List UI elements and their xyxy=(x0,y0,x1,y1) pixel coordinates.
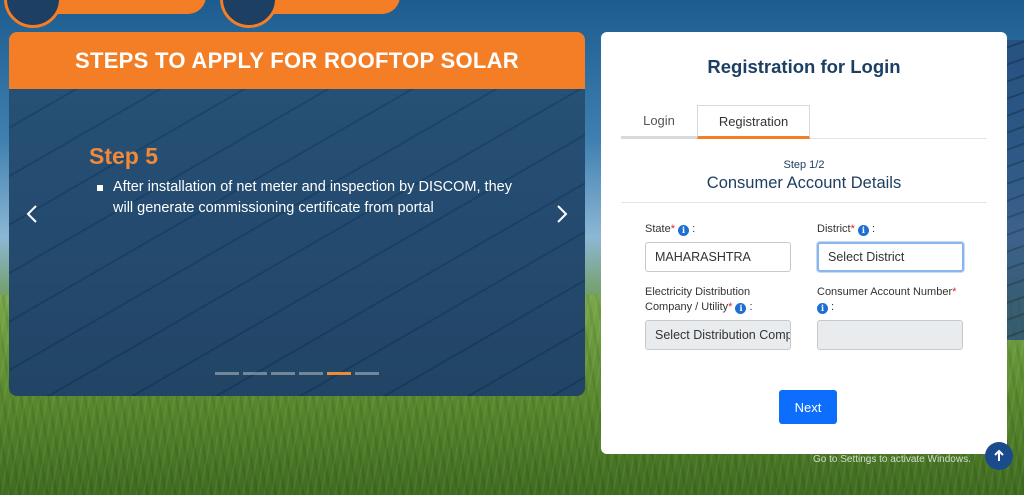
carousel-indicator[interactable] xyxy=(271,372,295,375)
next-button[interactable]: Next xyxy=(779,390,837,424)
step-indicator: Step 1/2 xyxy=(783,159,825,171)
district-label: District* i : xyxy=(817,223,876,236)
tab-registration[interactable]: Registration xyxy=(697,105,810,139)
watermark-subtitle: Go to Settings to activate Windows. xyxy=(813,454,971,465)
info-icon[interactable]: i xyxy=(678,225,690,236)
step-description: After installation of net meter and insp… xyxy=(97,177,517,219)
info-icon[interactable]: i xyxy=(857,225,869,236)
account-number-label: Consumer Account Number* i : xyxy=(817,286,957,314)
watermark-title: Activate Windows xyxy=(813,436,924,452)
scroll-to-top-button[interactable] xyxy=(985,442,1013,470)
header-icon-fragment xyxy=(4,0,62,28)
activate-windows-watermark: Activate Windows Go to Settings to activ… xyxy=(813,436,971,465)
carousel-header: STEPS TO APPLY FOR ROOFTOP SOLAR xyxy=(9,32,585,89)
step-description-list: After installation of net meter and insp… xyxy=(97,177,517,219)
divider xyxy=(621,202,987,203)
section-title: Consumer Account Details xyxy=(706,174,902,192)
carousel-indicator[interactable] xyxy=(215,372,239,375)
login-tabs: Login Registration xyxy=(621,105,987,139)
registration-card: Registration for Login Login Registratio… xyxy=(601,32,1007,454)
carousel-indicators xyxy=(215,372,379,375)
step-title: Step 5 xyxy=(89,143,159,169)
carousel-indicator[interactable] xyxy=(327,372,351,375)
carousel-indicator[interactable] xyxy=(355,372,379,375)
carousel-next-button[interactable] xyxy=(549,202,573,226)
card-title: Registration for Login xyxy=(707,56,901,77)
carousel-prev-button[interactable] xyxy=(21,202,45,226)
discom-label: Electricity Distribution Company / Utili… xyxy=(645,286,753,314)
arrow-up-icon xyxy=(994,449,1004,461)
steps-carousel: STEPS TO APPLY FOR ROOFTOP SOLAR Step 5 … xyxy=(9,32,585,396)
account-number-input[interactable] xyxy=(817,320,963,350)
chevron-left-icon xyxy=(26,205,37,223)
state-label: State* i : xyxy=(645,223,696,236)
district-select[interactable]: Select District xyxy=(817,242,964,272)
chevron-right-icon xyxy=(557,205,568,223)
tab-login[interactable]: Login xyxy=(621,105,697,139)
info-icon[interactable]: i xyxy=(735,303,747,314)
header-icon-fragment xyxy=(220,0,278,28)
state-select[interactable]: MAHARASHTRA xyxy=(645,242,791,272)
carousel-indicator[interactable] xyxy=(299,372,323,375)
discom-select[interactable]: Select Distribution Company xyxy=(645,320,791,350)
carousel-indicator[interactable] xyxy=(243,372,267,375)
info-icon[interactable]: i xyxy=(817,303,828,314)
